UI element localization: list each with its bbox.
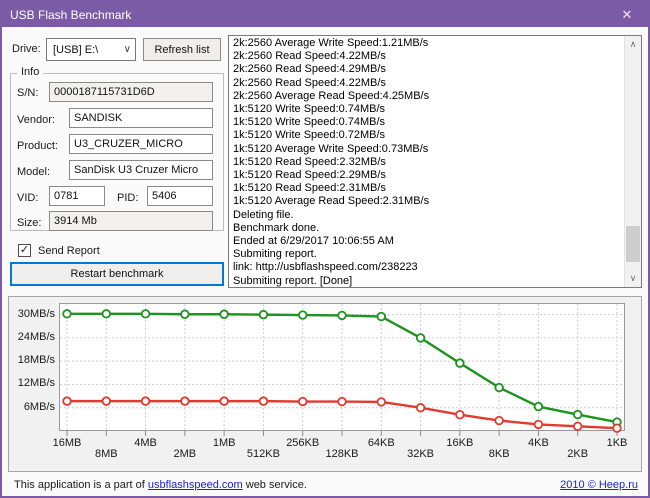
usbflashspeed-link[interactable]: usbflashspeed.com: [148, 479, 243, 491]
x-axis-tick-label: 2MB: [173, 448, 197, 460]
send-report-checkbox[interactable]: ✓: [18, 244, 31, 257]
scroll-up-icon[interactable]: ∧: [625, 36, 641, 53]
scrollbar-thumb[interactable]: [626, 226, 640, 262]
log-line: Submiting report.: [233, 248, 317, 261]
copyright-link[interactable]: 2010 © Heep.ru: [560, 479, 638, 491]
y-axis-tick-label: 30MB/s: [17, 307, 55, 320]
scroll-down-icon[interactable]: ∨: [625, 270, 641, 287]
model-field[interactable]: [69, 160, 213, 180]
log-line: 2k:2560 Read Speed:4.22MB/s: [233, 76, 386, 89]
y-axis-tick-label: 24MB/s: [17, 330, 55, 343]
x-axis-tick-label: 8MB: [94, 448, 118, 460]
size-field[interactable]: [49, 211, 213, 231]
y-axis-tick-label: 6MB/s: [23, 400, 55, 413]
footer: This application is a part of usbflashsp…: [2, 479, 648, 495]
vid-label: VID:: [17, 192, 39, 204]
footer-prefix: This application is a part of: [14, 479, 148, 491]
vendor-field[interactable]: [69, 108, 213, 128]
log-scrollbar[interactable]: ∧ ∨: [624, 36, 641, 287]
log-line: 1k:5120 Average Write Speed:0.73MB/s: [233, 142, 429, 155]
log-lines: 2k:2560 Average Write Speed:1.21MB/s 2k:2…: [229, 36, 624, 287]
x-axis-tick-label: 512KB: [246, 448, 280, 460]
sn-label: S/N:: [17, 87, 39, 99]
log-line: Deleting file.: [233, 208, 294, 221]
log-line: 1k:5120 Write Speed:0.74MB/s: [233, 103, 386, 116]
chevron-down-icon: ∨: [123, 44, 131, 55]
y-axis-tick-label: 12MB/s: [17, 377, 55, 390]
footer-suffix: web service.: [242, 479, 307, 491]
y-axis-tick-label: 18MB/s: [17, 354, 55, 367]
log-line: 1k:5120 Read Speed:2.32MB/s: [233, 155, 386, 168]
pid-label: PID:: [117, 192, 139, 204]
size-label: Size:: [17, 217, 42, 229]
sn-field[interactable]: [49, 82, 213, 102]
close-icon[interactable]: ✕: [606, 2, 648, 27]
x-axis-tick-label: 8KB: [488, 448, 510, 460]
log-line: link: http://usbflashspeed.com/238223: [233, 261, 418, 274]
info-groupbox-title: Info: [17, 66, 44, 78]
send-report-label: Send Report: [38, 245, 100, 257]
log-line: Benchmark done.: [233, 221, 320, 234]
app-window: USB Flash Benchmark ✕ Drive: [USB] E:\ ∨…: [0, 0, 650, 498]
client-area: Drive: [USB] E:\ ∨ Refresh list Info S/N…: [2, 27, 648, 496]
log-line: 1k:5120 Read Speed:2.29MB/s: [233, 169, 386, 182]
x-axis-tick-label: 32KB: [407, 448, 435, 460]
log-line: 2k:2560 Read Speed:4.29MB/s: [233, 63, 386, 76]
log-line: 1k:5120 Write Speed:0.72MB/s: [233, 129, 386, 142]
product-label: Product:: [17, 140, 58, 152]
info-groupbox: Info S/N: Vendor: Product: Model: VID: P…: [10, 66, 224, 231]
log-line: 2k:2560 Read Speed:4.22MB/s: [233, 50, 386, 63]
log-line: Ended at 6/29/2017 10:06:55 AM: [233, 235, 394, 248]
x-axis-tick-label: 128KB: [325, 448, 359, 460]
window-title: USB Flash Benchmark: [10, 7, 132, 22]
model-label: Model:: [17, 166, 51, 178]
refresh-list-button[interactable]: Refresh list: [143, 38, 221, 61]
log-line: 1k:5120 Average Read Speed:2.31MB/s: [233, 195, 430, 208]
drive-value: [USB] E:\: [53, 43, 99, 56]
log-line: 1k:5120 Read Speed:2.31MB/s: [233, 182, 386, 195]
vid-field[interactable]: [49, 186, 105, 206]
x-axis-tick-label: 1KB: [606, 437, 628, 449]
x-axis-tick-label: 2KB: [567, 448, 589, 460]
chart-panel: 30MB/s 24MB/s 18MB/s 12MB/s 6MB/s 16MB 8MB 4MB 2…: [8, 296, 642, 472]
product-field[interactable]: [69, 134, 213, 154]
speed-chart: [59, 303, 625, 436]
drive-label: Drive:: [12, 43, 41, 55]
drive-select[interactable]: [USB] E:\ ∨: [46, 38, 136, 61]
footer-text: This application is a part of usbflashsp…: [14, 479, 307, 491]
log-line: 1k:5120 Write Speed:0.74MB/s: [233, 116, 386, 129]
log-line: 2k:2560 Average Write Speed:1.21MB/s: [233, 37, 429, 49]
log-line: Submiting report. [Done]: [233, 274, 353, 287]
vendor-label: Vendor:: [17, 114, 55, 126]
log-line: 2k:2560 Average Read Speed:4.25MB/s: [233, 89, 430, 102]
restart-benchmark-button[interactable]: Restart benchmark: [10, 262, 224, 286]
title-bar: USB Flash Benchmark ✕: [2, 2, 648, 27]
benchmark-log[interactable]: 2k:2560 Average Write Speed:1.21MB/s 2k:2…: [228, 35, 642, 288]
pid-field[interactable]: [147, 186, 213, 206]
